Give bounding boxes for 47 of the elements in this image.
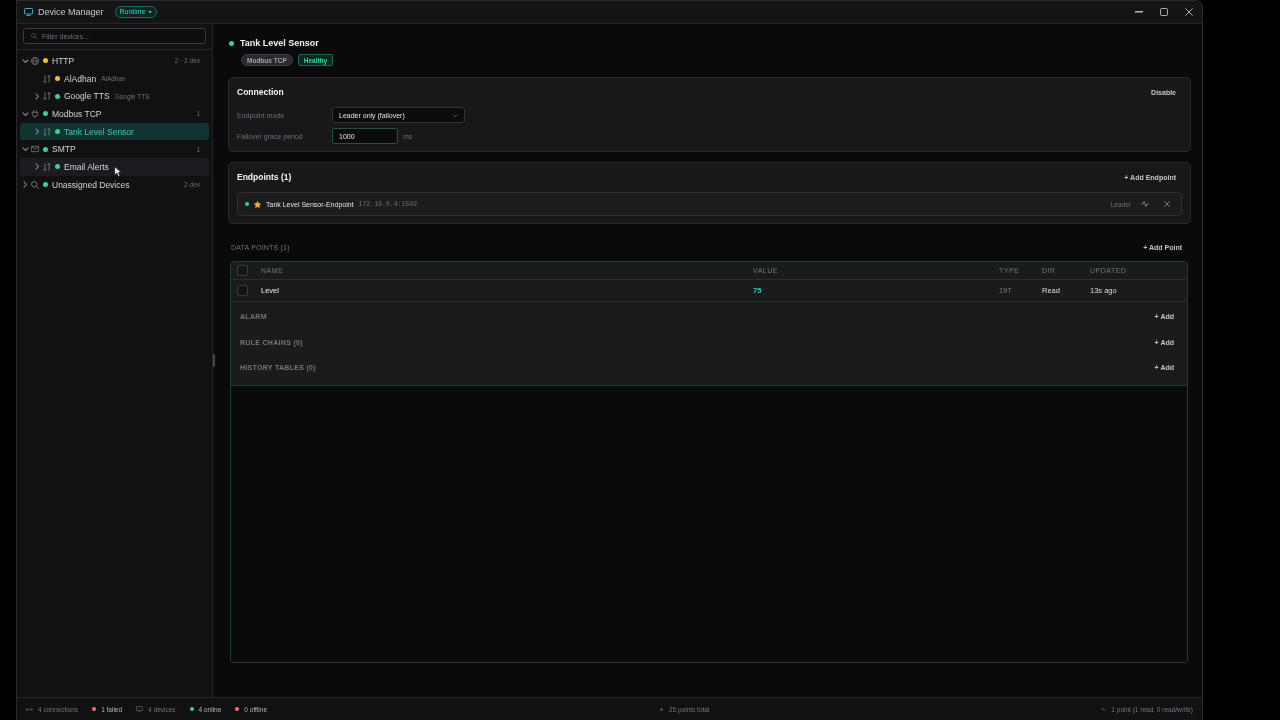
cursor-icon <box>114 166 122 177</box>
window-title: Device Manager <box>38 7 104 17</box>
search-icon <box>31 180 39 189</box>
chevron-down-icon <box>453 113 458 117</box>
group-label: Modbus TCP <box>52 108 102 119</box>
sparkle-icon <box>658 706 664 712</box>
arrows-up-down-icon <box>43 162 51 171</box>
device-label: AlAdhan <box>64 73 97 84</box>
tree-item[interactable]: Tank Level Sensor <box>20 122 209 141</box>
close-icon[interactable] <box>1185 8 1193 16</box>
chevron-down-icon[interactable] <box>21 58 29 63</box>
monitor-icon <box>24 8 33 16</box>
minimize-icon[interactable] <box>1135 11 1143 13</box>
caret-icon <box>147 10 152 14</box>
device-label: Tank Level Sensor <box>64 126 134 137</box>
resize-handle[interactable] <box>213 354 215 367</box>
mail-icon <box>31 145 39 154</box>
chevron-right-icon[interactable] <box>34 128 40 136</box>
checkbox[interactable] <box>237 285 248 296</box>
checkbox[interactable] <box>237 265 248 276</box>
chevron-right-icon[interactable] <box>34 92 40 100</box>
device-label: Google TTS <box>64 91 110 102</box>
maximize-icon[interactable] <box>1160 8 1168 16</box>
card-title: Connection <box>237 87 284 97</box>
arrows-up-down-icon <box>43 92 51 101</box>
star-icon[interactable] <box>254 200 261 208</box>
card-title: Endpoints (1) <box>237 172 292 182</box>
pulse-icon[interactable] <box>1141 201 1149 207</box>
group-label: HTTP <box>52 55 75 66</box>
arrows-left-right-icon <box>26 706 33 712</box>
close-icon[interactable] <box>1164 201 1170 207</box>
group-label: SMTP <box>52 144 76 155</box>
device-label: Email Alerts <box>64 161 109 172</box>
chevron-right-icon[interactable] <box>22 181 28 189</box>
globe-icon <box>31 56 39 65</box>
pulse-icon <box>1101 706 1107 712</box>
arrows-up-down-icon <box>43 74 51 83</box>
arrows-up-down-icon <box>43 127 51 136</box>
plug-icon <box>31 109 39 118</box>
chevron-right-icon[interactable] <box>34 163 40 171</box>
search-icon <box>31 33 37 39</box>
device-title: Tank Level Sensor <box>240 38 319 48</box>
group-label: Unassigned Devices <box>52 179 130 190</box>
monitor-icon <box>136 705 144 713</box>
chevron-down-icon[interactable] <box>21 111 29 116</box>
chevron-down-icon[interactable] <box>21 147 29 152</box>
tree-item[interactable]: Email Alerts <box>20 158 209 176</box>
